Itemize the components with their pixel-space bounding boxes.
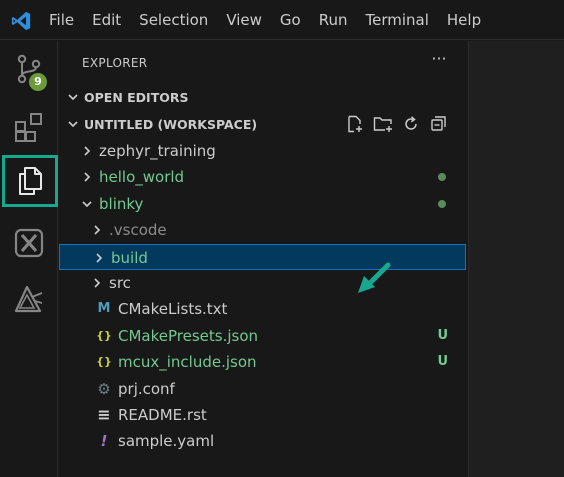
x-box-icon bbox=[14, 228, 44, 258]
source-control-badge: 9 bbox=[29, 73, 47, 91]
item-label: sample.yaml bbox=[118, 432, 215, 451]
file-item[interactable]: M CMakeLists.txt bbox=[58, 296, 468, 322]
open-editors-header[interactable]: OPEN EDITORS bbox=[58, 84, 468, 110]
git-status-untracked: U bbox=[437, 354, 448, 370]
file-item[interactable]: {} CMakePresets.json U bbox=[58, 323, 468, 349]
json-icon: {} bbox=[96, 328, 112, 342]
source-control-button[interactable]: 9 bbox=[0, 43, 58, 95]
chevron-right-icon bbox=[84, 146, 91, 156]
explorer-sidebar: EXPLORER ··· OPEN EDITORS UNTITLED (WORK… bbox=[58, 41, 468, 477]
menu-go[interactable]: Go bbox=[271, 0, 310, 40]
chevron-right-icon bbox=[96, 253, 103, 263]
new-folder-icon bbox=[373, 117, 392, 132]
json-icon: {} bbox=[96, 355, 112, 369]
workspace-header[interactable]: UNTITLED (WORKSPACE) bbox=[58, 111, 468, 137]
more-actions-button[interactable]: ··· bbox=[428, 50, 450, 72]
menu-run[interactable]: Run bbox=[310, 0, 357, 40]
activity-bar: 9 bbox=[0, 41, 58, 477]
chevron-right-icon bbox=[94, 278, 101, 288]
workspace-actions bbox=[344, 111, 449, 137]
file-item[interactable]: ⚙ prj.conf bbox=[58, 376, 468, 402]
editor-area bbox=[468, 41, 564, 477]
files-icon bbox=[19, 167, 42, 195]
mcuxpresso-button[interactable] bbox=[0, 273, 58, 325]
folder-item[interactable]: build bbox=[59, 243, 466, 270]
item-label: zephyr_training bbox=[99, 142, 216, 160]
item-label: build bbox=[111, 248, 148, 267]
item-label: mcux_include.json bbox=[118, 353, 257, 372]
menu-view[interactable]: View bbox=[217, 0, 271, 40]
open-editors-label: OPEN EDITORS bbox=[84, 89, 189, 105]
item-label: prj.conf bbox=[118, 379, 175, 398]
collapse-all-button[interactable] bbox=[428, 114, 449, 135]
exclamation-icon: ! bbox=[100, 432, 108, 451]
new-file-button[interactable] bbox=[344, 114, 365, 135]
title-bar: File Edit Selection View Go Run Terminal… bbox=[0, 0, 564, 40]
git-status-dot bbox=[438, 173, 446, 182]
gear-icon: ⚙ bbox=[97, 379, 111, 398]
menu-edit[interactable]: Edit bbox=[83, 0, 130, 40]
menu-help[interactable]: Help bbox=[438, 0, 490, 40]
file-item[interactable]: {} mcux_include.json U bbox=[58, 349, 468, 375]
chevron-down-icon bbox=[62, 118, 84, 130]
git-status-dot bbox=[438, 199, 446, 208]
menu-terminal[interactable]: Terminal bbox=[357, 0, 438, 40]
new-file-icon bbox=[347, 115, 362, 133]
extensions-button[interactable] bbox=[0, 101, 58, 153]
chevron-down-icon bbox=[82, 201, 92, 207]
item-label: blinky bbox=[99, 194, 144, 213]
file-item[interactable]: ! sample.yaml bbox=[58, 428, 468, 454]
refresh-icon bbox=[404, 116, 417, 130]
new-folder-button[interactable] bbox=[372, 114, 393, 135]
item-label: .vscode bbox=[109, 221, 167, 240]
explorer-button[interactable] bbox=[2, 155, 58, 207]
extensions-icon bbox=[15, 113, 42, 142]
item-label: src bbox=[109, 274, 131, 292]
triangle-tool-icon bbox=[14, 285, 43, 313]
lines-icon: ≡ bbox=[97, 405, 111, 424]
menu-bar: File Edit Selection View Go Run Terminal… bbox=[40, 0, 490, 40]
chevron-down-icon bbox=[62, 91, 84, 103]
folder-item[interactable]: zephyr_training bbox=[58, 138, 468, 164]
item-label: CMakePresets.json bbox=[118, 326, 259, 345]
chevron-right-icon bbox=[94, 225, 101, 235]
folder-item[interactable]: .vscode bbox=[58, 217, 468, 243]
menu-selection[interactable]: Selection bbox=[130, 0, 217, 40]
git-status-untracked: U bbox=[437, 327, 448, 343]
explorer-title: EXPLORER bbox=[82, 56, 148, 70]
annotation-arrow-icon bbox=[358, 262, 391, 293]
item-label: CMakeLists.txt bbox=[118, 300, 228, 319]
cmake-icon: M bbox=[97, 301, 111, 317]
file-item[interactable]: ≡ README.rst bbox=[58, 402, 468, 428]
workspace-label: UNTITLED (WORKSPACE) bbox=[84, 116, 258, 132]
refresh-explorer-button[interactable] bbox=[400, 114, 421, 135]
item-label: README.rst bbox=[118, 406, 207, 424]
folder-item[interactable]: src bbox=[58, 270, 468, 296]
collapse-all-icon bbox=[430, 116, 446, 131]
vscode-logo-icon bbox=[11, 11, 31, 31]
menu-file[interactable]: File bbox=[40, 0, 83, 40]
xplor-extension-button[interactable] bbox=[0, 217, 58, 269]
folder-item[interactable]: blinky bbox=[58, 191, 468, 217]
chevron-right-icon bbox=[84, 172, 91, 182]
folder-item[interactable]: hello_world bbox=[58, 164, 468, 190]
item-label: hello_world bbox=[99, 168, 185, 187]
